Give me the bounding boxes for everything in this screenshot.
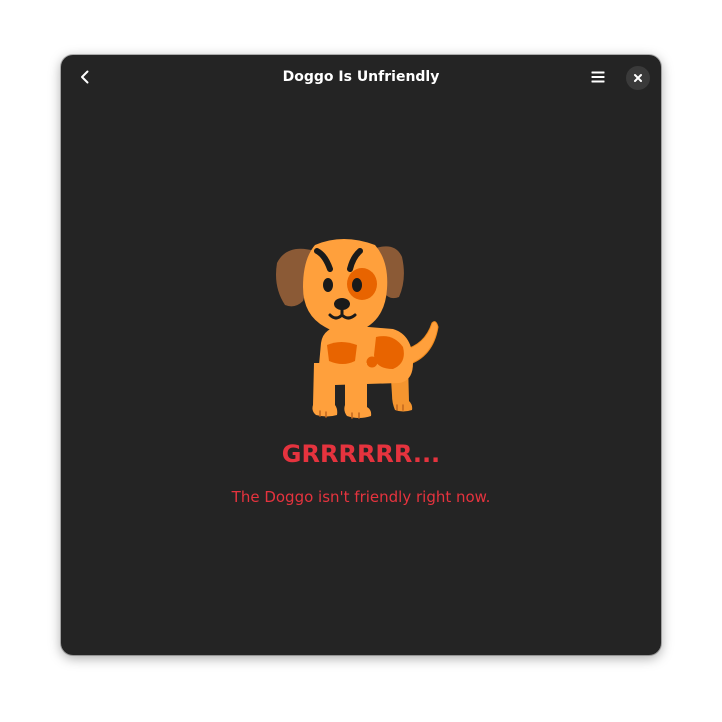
app-window: Doggo Is Unfriendly GRRRRRR... The Doggo… [61,55,661,655]
hamburger-menu-icon [591,71,605,83]
window-title: Doggo Is Unfriendly [282,69,440,85]
main-menu-button[interactable] [584,63,612,91]
status-title: GRRRRRR... [281,440,441,468]
close-icon [634,74,642,82]
status-page: GRRRRRR... The Doggo isn't friendly righ… [61,101,661,655]
header-bar: Doggo Is Unfriendly [61,55,661,101]
close-button[interactable] [626,66,650,90]
status-description: The Doggo isn't friendly right now. [231,488,491,506]
dog-icon [276,239,439,419]
